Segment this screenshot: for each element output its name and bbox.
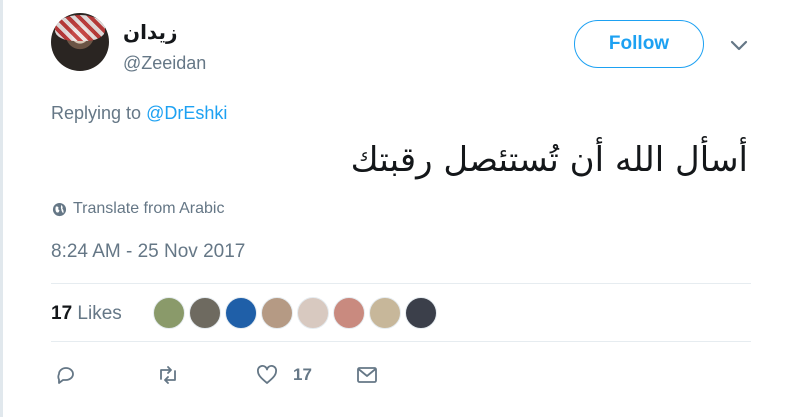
liker-avatar[interactable] [261,297,293,329]
retweet-icon [160,366,176,384]
heart-icon [257,365,277,384]
like-count: 17 [293,365,312,384]
reply-mention-link[interactable]: @DrEshki [146,103,227,123]
more-options-button[interactable] [727,34,751,58]
liker-avatar[interactable] [189,297,221,329]
translate-label[interactable]: Translate from Arabic [73,200,224,218]
replying-to: Replying to @DrEshki [51,103,227,124]
likes-label: Likes [77,303,122,324]
like-button[interactable]: 17 [255,362,312,388]
liker-avatar[interactable] [405,297,437,329]
likers-avatars [153,297,437,329]
liker-avatar[interactable] [225,297,257,329]
retweet-button[interactable] [156,362,180,388]
liker-avatar[interactable] [369,297,401,329]
divider [51,341,751,342]
tweet-text: أسأل الله أن تُستئصل رقبتك [350,140,748,180]
direct-message-button[interactable] [355,362,379,388]
left-border [0,0,3,417]
likes-summary[interactable]: 17 Likes [51,303,122,325]
liker-avatar[interactable] [333,297,365,329]
envelope-icon [357,367,377,383]
translate-link[interactable]: Translate from Arabic [52,200,224,218]
tweet-timestamp[interactable]: 8:24 AM - 25 Nov 2017 [51,241,245,263]
globe-icon [52,202,67,216]
follow-button[interactable]: Follow [574,20,704,68]
author-display-name[interactable]: زيدان [123,20,178,45]
liker-avatar[interactable] [297,297,329,329]
replying-prefix: Replying to [51,103,142,123]
reply-icon [57,367,74,384]
avatar-image [55,15,105,41]
liker-avatar[interactable] [153,297,185,329]
divider [51,283,751,284]
chevron-down-icon [730,40,748,51]
avatar[interactable] [51,13,109,71]
reply-button[interactable] [54,362,78,388]
author-handle[interactable]: @Zeeidan [123,53,206,74]
likes-count: 17 [51,303,73,324]
